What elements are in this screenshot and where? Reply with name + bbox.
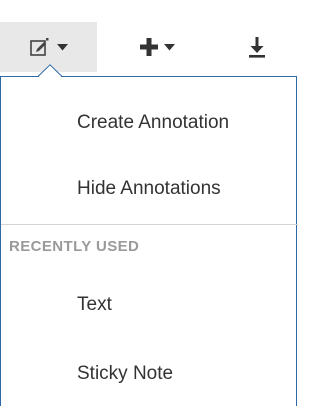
download-icon — [248, 36, 266, 58]
plus-icon — [139, 38, 158, 56]
menu-divider — [1, 224, 298, 225]
menu-item-sticky-note[interactable]: Sticky Note — [77, 362, 173, 386]
menu-item-hide-annotations[interactable]: Hide Annotations — [77, 177, 221, 201]
chevron-down-icon — [163, 43, 175, 51]
menu-item-create-annotation[interactable]: Create Annotation — [77, 111, 229, 135]
menu-pointer — [38, 64, 62, 77]
section-label-recently-used: RECENTLY USED — [9, 238, 140, 255]
menu-item-text[interactable]: Text — [77, 293, 112, 317]
chevron-down-icon — [57, 43, 68, 51]
download-button[interactable] — [232, 22, 282, 72]
add-dropdown-button[interactable] — [117, 22, 197, 72]
edit-annotation-icon — [29, 36, 51, 58]
